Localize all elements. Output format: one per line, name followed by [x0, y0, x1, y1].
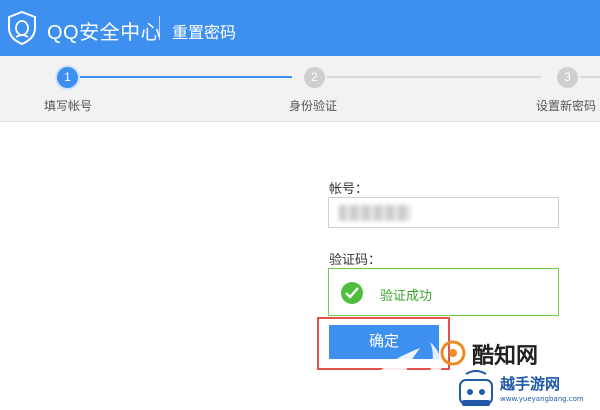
step-3-label: 设置新密码: [536, 99, 597, 113]
watermark-yueyang: 越手游网 www.yueyangbang.com: [456, 368, 600, 410]
step-3-circle: 3: [557, 67, 578, 88]
step-2-circle: 2: [304, 67, 325, 88]
captcha-verify-box[interactable]: 验证成功: [328, 268, 559, 316]
step-1-circle: 1: [57, 67, 78, 88]
kuzhi-logo-icon: [440, 340, 466, 366]
step-connector-2: [327, 76, 541, 78]
progress-stepper: 1 2 3 填写帐号 身份验证 设置新密码: [0, 56, 600, 122]
account-label: 帐号：: [329, 181, 369, 196]
check-circle-icon: [341, 282, 363, 304]
step-connector-3: [580, 76, 600, 78]
watermark-url: www.yueyangbang.com: [500, 395, 584, 403]
step-connector-1: [78, 76, 292, 78]
captcha-label: 验证码：: [329, 252, 382, 267]
step-1-label: 填写帐号: [44, 99, 93, 113]
watermark-kuzhi: 酷知网: [440, 338, 600, 370]
header-divider: [159, 16, 160, 40]
qq-security-shield-logo: [8, 10, 36, 46]
brand-title: QQ安全中心: [47, 22, 162, 44]
account-value-blurred: [339, 205, 411, 221]
page-subtitle: 重置密码: [172, 25, 237, 42]
account-input[interactable]: [328, 197, 559, 228]
watermark-text-1: 酷知网: [472, 344, 539, 369]
yueyang-robot-icon: [459, 370, 493, 406]
step-2-label: 身份验证: [289, 99, 338, 113]
watermark-text-2: 越手游网: [500, 375, 561, 393]
verify-status-text: 验证成功: [380, 288, 433, 303]
app-header: QQ安全中心 重置密码: [0, 0, 600, 56]
